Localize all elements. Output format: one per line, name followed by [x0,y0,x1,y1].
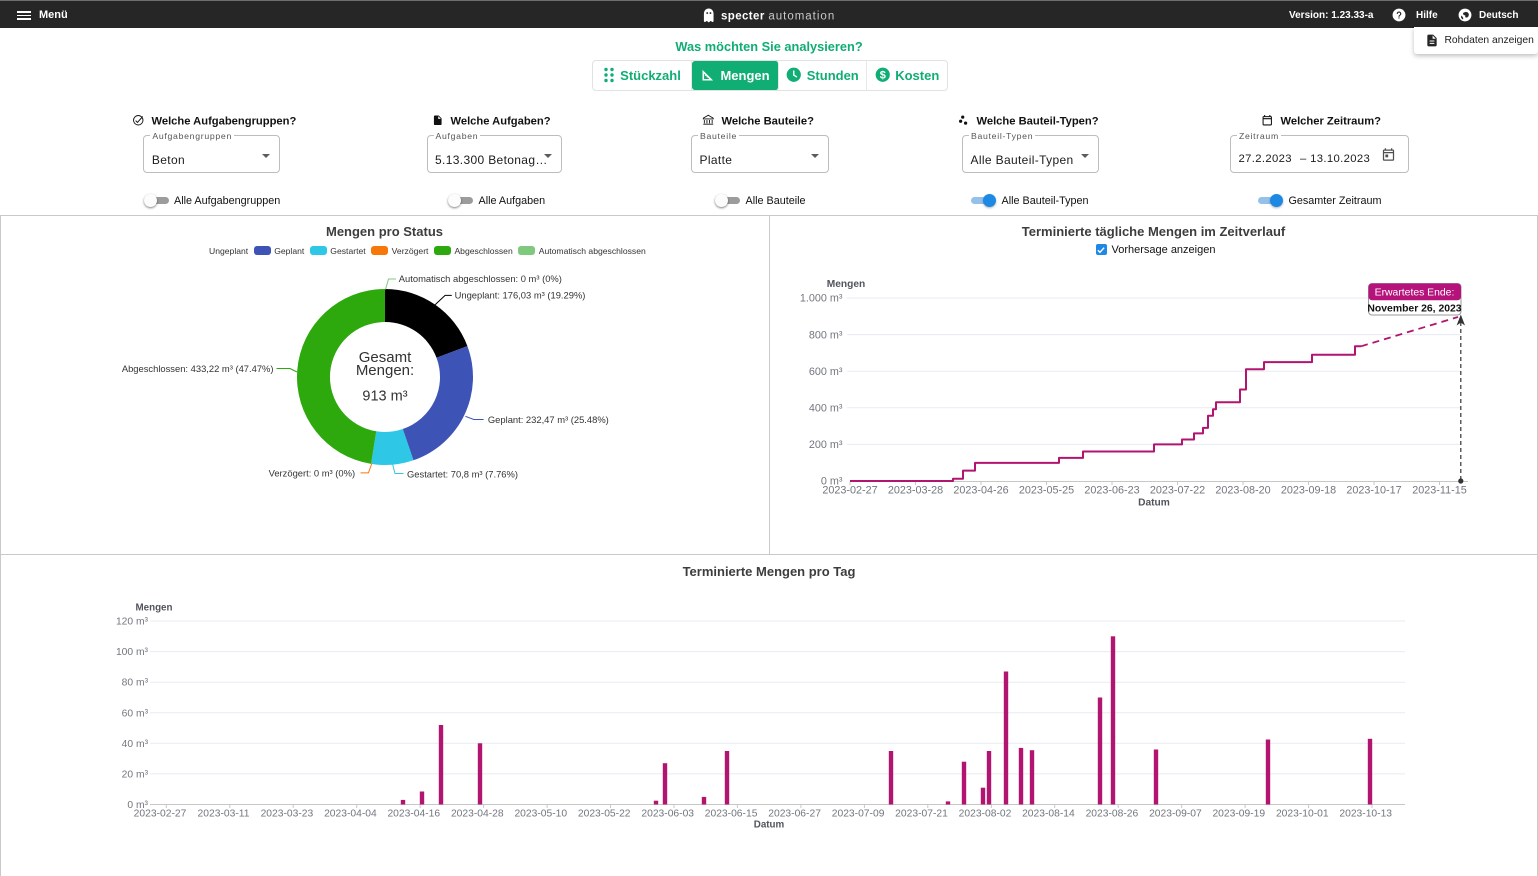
svg-text:Automatisch abgeschlossen: 0 m: Automatisch abgeschlossen: 0 m³ (0%) [399,273,562,284]
svg-text:2023-07-09: 2023-07-09 [832,809,885,820]
svg-text:2023-03-23: 2023-03-23 [261,809,314,820]
svg-text:$: $ [879,70,885,82]
svg-text:2023-08-14: 2023-08-14 [1022,809,1075,820]
svg-text:913 m³: 913 m³ [362,389,407,405]
svg-text:Mengen: Mengen [135,603,172,614]
svg-text:2023-08-20: 2023-08-20 [1215,485,1270,497]
svg-text:120 m³: 120 m³ [116,617,149,628]
svg-text:Erwartetes Ende:: Erwartetes Ende: [1375,287,1455,298]
svg-text:Verzögert: 0 m³ (0%): Verzögert: 0 m³ (0%) [269,468,356,479]
svg-text:2023-06-03: 2023-06-03 [641,809,694,820]
svg-text:2023-10-01: 2023-10-01 [1276,809,1329,820]
svg-text:60 m³: 60 m³ [122,708,149,719]
svg-text:100 m³: 100 m³ [116,647,149,658]
svg-text:2023-09-07: 2023-09-07 [1149,809,1202,820]
svg-text:2023-06-15: 2023-06-15 [705,809,758,820]
svg-text:2023-08-02: 2023-08-02 [959,809,1012,820]
svg-text:2023-07-21: 2023-07-21 [895,809,948,820]
svg-text:2023-06-27: 2023-06-27 [768,809,821,820]
svg-text:1.000 m³: 1.000 m³ [800,293,843,305]
svg-text:2023-06-23: 2023-06-23 [1084,485,1139,497]
svg-text:20 m³: 20 m³ [122,769,149,780]
svg-text:Abgeschlossen: 433,22 m³ (47.4: Abgeschlossen: 433,22 m³ (47.47%) [122,363,274,374]
svg-text:2023-04-28: 2023-04-28 [451,809,504,820]
svg-text:2023-04-04: 2023-04-04 [324,809,377,820]
svg-text:2023-05-22: 2023-05-22 [578,809,631,820]
svg-text:40 m³: 40 m³ [122,739,149,750]
svg-text:200 m³: 200 m³ [809,439,843,451]
svg-text:2023-11-15: 2023-11-15 [1412,485,1466,497]
svg-text:Datum: Datum [754,820,785,831]
svg-text:2023-09-19: 2023-09-19 [1212,809,1265,820]
svg-text:Ungeplant: 176,03 m³ (19.29%): Ungeplant: 176,03 m³ (19.29%) [455,290,586,301]
svg-text:2023-05-10: 2023-05-10 [514,809,567,820]
svg-text:Datum: Datum [1138,498,1170,509]
svg-text:2023-03-11: 2023-03-11 [198,809,250,820]
svg-text:400 m³: 400 m³ [809,403,843,415]
svg-text:600 m³: 600 m³ [809,366,843,378]
svg-text:2023-03-28: 2023-03-28 [888,485,943,497]
svg-text:Mengen:: Mengen: [356,362,414,379]
svg-text:2023-10-17: 2023-10-17 [1346,485,1401,497]
svg-text:80 m³: 80 m³ [122,678,149,689]
svg-text:2023-05-25: 2023-05-25 [1019,485,1074,497]
svg-text:800 m³: 800 m³ [809,329,843,341]
svg-text:2023-09-18: 2023-09-18 [1281,485,1336,497]
svg-text:Geplant: 232,47 m³ (25.48%): Geplant: 232,47 m³ (25.48%) [488,414,609,425]
svg-text:2023-04-16: 2023-04-16 [387,809,440,820]
svg-text:2023-02-27: 2023-02-27 [134,809,187,820]
svg-text:November 26, 2023: November 26, 2023 [1367,304,1461,315]
svg-text:Mengen: Mengen [827,279,866,290]
svg-text:2023-07-22: 2023-07-22 [1150,485,1205,497]
svg-text:2023-10-13: 2023-10-13 [1339,809,1392,820]
svg-text:2023-02-27: 2023-02-27 [822,485,877,497]
svg-text:2023-08-26: 2023-08-26 [1086,809,1139,820]
svg-text:Gestartet: 70,8 m³ (7.76%): Gestartet: 70,8 m³ (7.76%) [407,468,518,479]
svg-text:2023-04-26: 2023-04-26 [953,485,1008,497]
